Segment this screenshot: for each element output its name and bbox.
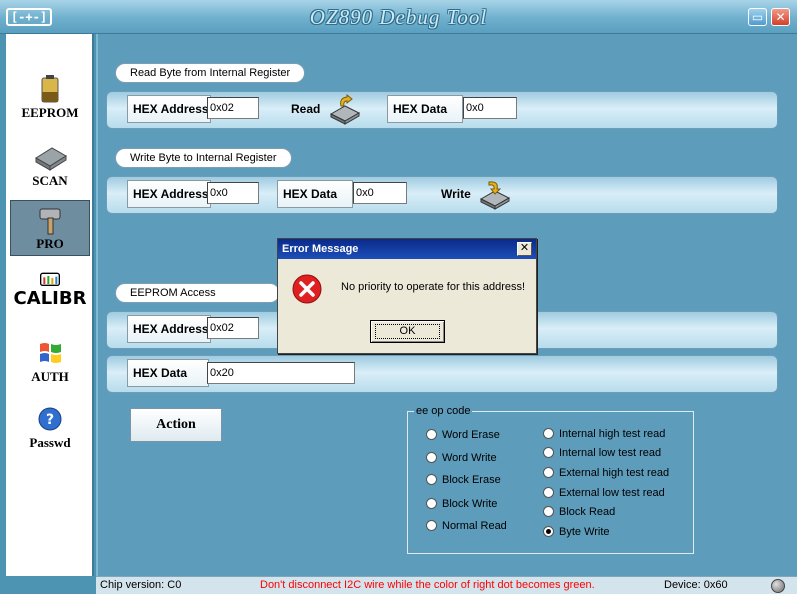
window-title: OZ890 Debug Tool <box>309 5 488 29</box>
radio-dot <box>426 498 437 509</box>
radio-dot <box>543 447 554 458</box>
write-hex-data-label: HEX Data <box>277 180 353 208</box>
read-hex-data-output: 0x0 <box>463 97 517 119</box>
radio-internal-high-test-read[interactable]: Internal high test read <box>543 427 665 443</box>
eeprom-hex-address-label: HEX Address <box>127 315 211 343</box>
radio-label: Internal low test read <box>559 447 662 459</box>
close-button[interactable]: ✕ <box>771 8 790 26</box>
error-icon <box>292 274 322 304</box>
nav-label-pro: PRO <box>36 236 64 251</box>
read-hex-address-label: HEX Address <box>127 95 211 123</box>
action-button[interactable]: Action <box>130 408 222 442</box>
nav-label-scan: SCAN <box>32 173 68 188</box>
nav-item-calibr[interactable]: CALIBR <box>10 268 90 324</box>
dialog-ok-button[interactable]: OK <box>370 320 445 343</box>
read-hex-address-input[interactable]: 0x02 <box>207 97 259 119</box>
radio-block-write[interactable]: Block Write <box>426 497 497 513</box>
eeprom-data-row: HEX Data 0x20 <box>106 355 778 393</box>
radio-label: External low test read <box>559 487 665 499</box>
radio-external-high-test-read[interactable]: External high test read <box>543 466 669 482</box>
chip-icon <box>35 147 67 171</box>
dialog-title: Error Message <box>282 243 359 255</box>
eeprom-section-title: EEPROM Access <box>115 283 280 303</box>
nav-label-passwd: Passwd <box>29 435 71 450</box>
connection-warning: Don't disconnect I2C wire while the colo… <box>260 579 595 591</box>
radio-dot <box>426 520 437 531</box>
title-bar: [-+-] OZ890 Debug Tool ▭ ✕ <box>0 0 797 34</box>
write-hex-data-input[interactable]: 0x0 <box>353 182 407 204</box>
read-row: HEX Address 0x02 Read HEX Data 0x0 <box>106 91 778 129</box>
nav-label-auth: AUTH <box>31 369 69 384</box>
radio-label: Block Erase <box>442 474 501 486</box>
radio-external-low-test-read[interactable]: External low test read <box>543 486 665 502</box>
read-button[interactable]: Read <box>291 94 361 125</box>
read-hex-data-label: HEX Data <box>387 95 463 123</box>
radio-label: Block Read <box>559 506 616 518</box>
write-hex-address-label: HEX Address <box>127 180 211 208</box>
radio-label: Internal high test read <box>559 428 666 440</box>
nav-item-scan[interactable]: SCAN <box>10 138 90 194</box>
radio-label: Byte Write <box>559 526 610 538</box>
radio-internal-low-test-read[interactable]: Internal low test read <box>543 446 661 462</box>
radio-label: Block Write <box>442 498 498 510</box>
chip-version: Chip version: C0 <box>100 579 182 591</box>
focus-ring <box>375 324 440 339</box>
radio-dot-selected <box>543 526 554 537</box>
radio-dot <box>543 428 554 439</box>
eeprom-hex-data-label: HEX Data <box>127 359 209 387</box>
radio-label: Normal Read <box>442 520 507 532</box>
windows-flag-icon <box>40 343 61 363</box>
radio-label: Word Erase <box>442 429 500 441</box>
nav-item-passwd[interactable]: ? Passwd <box>10 400 90 456</box>
battery-icon <box>41 75 59 103</box>
dialog-message: No priority to operate for this address! <box>341 281 526 293</box>
radio-block-erase[interactable]: Block Erase <box>426 473 501 489</box>
radio-normal-read[interactable]: Normal Read <box>426 519 507 535</box>
read-label: Read <box>291 102 321 116</box>
chip-write-icon <box>479 181 511 210</box>
radio-dot <box>543 467 554 478</box>
radio-byte-write[interactable]: Byte Write <box>543 525 610 541</box>
nav-label-eeprom: EEPROM <box>21 105 79 120</box>
error-dialog: Error Message ✕ No priority to operate f… <box>277 238 537 354</box>
radio-block-read[interactable]: Block Read <box>543 505 615 521</box>
radio-dot <box>543 506 554 517</box>
write-section-title: Write Byte to Internal Register <box>115 148 292 168</box>
radio-label: External high test read <box>559 467 670 479</box>
radio-label: Word Write <box>442 452 497 464</box>
write-label: Write <box>441 187 471 201</box>
sidebar: EEPROM SCAN PRO CALIBR AUTH ? Passwd <box>6 34 94 576</box>
nav-item-pro[interactable]: PRO <box>10 200 90 256</box>
nav-label-calibr: CALIBR <box>13 288 87 309</box>
radio-dot <box>543 487 554 498</box>
dialog-title-bar: Error Message <box>278 239 536 259</box>
svg-text:?: ? <box>46 412 54 428</box>
connection-status-dot <box>771 579 785 593</box>
eeprom-hex-address-input[interactable]: 0x02 <box>207 317 259 339</box>
radio-dot <box>426 452 437 463</box>
radio-word-write[interactable]: Word Write <box>426 451 497 467</box>
op-code-legend: ee op code <box>414 405 473 417</box>
write-button[interactable]: Write <box>441 179 513 210</box>
nav-item-auth[interactable]: AUTH <box>10 334 90 390</box>
write-row: HEX Address 0x0 HEX Data 0x0 Write <box>106 176 778 214</box>
nav-item-eeprom[interactable]: EEPROM <box>10 70 90 126</box>
radio-dot <box>426 429 437 440</box>
write-hex-address-input[interactable]: 0x0 <box>207 182 259 204</box>
status-bar: Chip version: C0 Don't disconnect I2C wi… <box>96 576 797 594</box>
chip-read-icon <box>329 94 361 125</box>
read-section-title: Read Byte from Internal Register <box>115 63 306 83</box>
hammer-icon <box>39 208 61 235</box>
device-address: Device: 0x60 <box>664 579 728 591</box>
help-icon: ? <box>38 407 62 431</box>
radio-word-erase[interactable]: Word Erase <box>426 428 500 444</box>
radio-dot <box>426 474 437 485</box>
minimize-button[interactable]: ▭ <box>748 8 767 26</box>
dialog-close-button[interactable]: ✕ <box>517 242 532 256</box>
eeprom-hex-data-input[interactable]: 0x20 <box>207 362 355 384</box>
